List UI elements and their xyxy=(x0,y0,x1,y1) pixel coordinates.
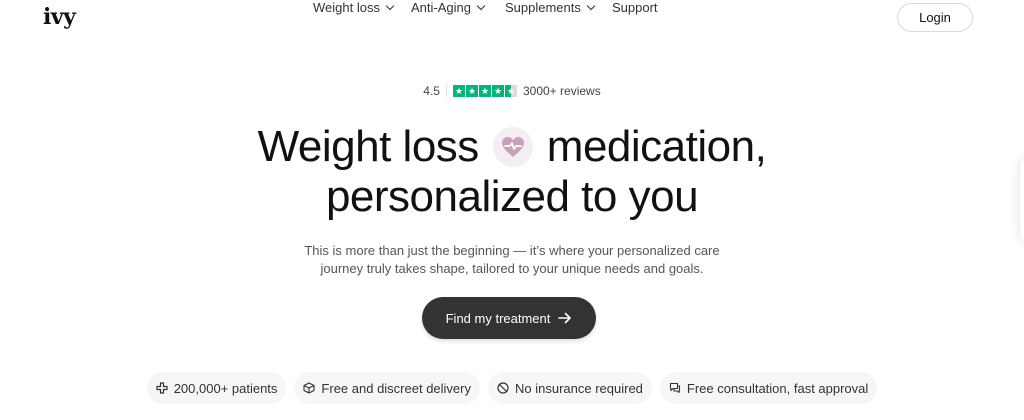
subtext-line: This is more than just the beginning — i… xyxy=(304,243,720,258)
heartbeat-icon xyxy=(492,127,533,167)
chevron-down-icon xyxy=(385,1,395,10)
nav-weight-loss[interactable]: Weight loss xyxy=(313,0,395,15)
half-star-icon: ★ xyxy=(504,85,517,97)
nav-anti-aging[interactable]: Anti-Aging xyxy=(411,0,486,15)
medical-cross-icon xyxy=(156,382,168,394)
feature-pill: Free consultation, fast approval xyxy=(659,372,878,404)
star-icon: ★ xyxy=(465,85,478,97)
box-icon xyxy=(303,382,315,394)
no-sign-icon xyxy=(497,382,509,394)
find-treatment-button[interactable]: Find my treatment xyxy=(422,297,596,339)
chat-icon xyxy=(669,382,680,394)
subtext-line: journey truly takes shape, tailored to y… xyxy=(320,261,704,276)
login-button[interactable]: Login xyxy=(897,3,973,32)
feature-label: No insurance required xyxy=(515,380,643,396)
star-rating: ★ ★ ★ ★ ★ xyxy=(452,85,517,97)
nav-label: Weight loss xyxy=(313,0,380,15)
side-panel-edge xyxy=(1020,160,1024,240)
feature-label: Free and discreet delivery xyxy=(321,380,471,396)
chevron-down-icon xyxy=(586,1,596,10)
headline-line-2: personalized to you xyxy=(325,172,699,221)
headline-part-1: Weight loss xyxy=(257,122,480,171)
page-title: Weight loss medication, personalized to … xyxy=(0,122,1024,222)
nav-label: Supplements xyxy=(505,0,581,15)
hero-subtext: This is more than just the beginning — i… xyxy=(0,242,1024,278)
rating-score: 4.5 xyxy=(423,84,440,98)
headline-line-1: Weight loss medication, xyxy=(0,122,1024,172)
nav-supplements[interactable]: Supplements xyxy=(505,0,596,15)
feature-pill: No insurance required xyxy=(488,372,652,404)
feature-label: Free consultation, fast approval xyxy=(686,380,869,396)
cta-label: Find my treatment xyxy=(445,310,551,326)
arrow-right-icon xyxy=(558,312,572,324)
feature-label: 200,000+ patients xyxy=(173,380,278,396)
rating-bar: 4.5 ★ ★ ★ ★ ★ 3000+ reviews xyxy=(0,84,1024,98)
nav-label: Anti-Aging xyxy=(411,0,471,15)
chevron-down-icon xyxy=(476,1,486,10)
star-icon: ★ xyxy=(491,85,504,97)
nav-support[interactable]: Support xyxy=(612,0,658,15)
feature-list: 200,000+ patients Free and discreet deli… xyxy=(0,372,1024,404)
feature-pill: Free and discreet delivery xyxy=(294,372,480,404)
nav-label: Support xyxy=(612,0,658,15)
divider xyxy=(445,85,447,97)
feature-pill: 200,000+ patients xyxy=(146,372,287,404)
star-icon: ★ xyxy=(478,85,491,97)
logo[interactable]: ivy xyxy=(43,4,76,30)
star-icon: ★ xyxy=(452,85,465,97)
headline-part-2: medication, xyxy=(546,122,767,171)
review-count: 3000+ reviews xyxy=(522,84,601,98)
